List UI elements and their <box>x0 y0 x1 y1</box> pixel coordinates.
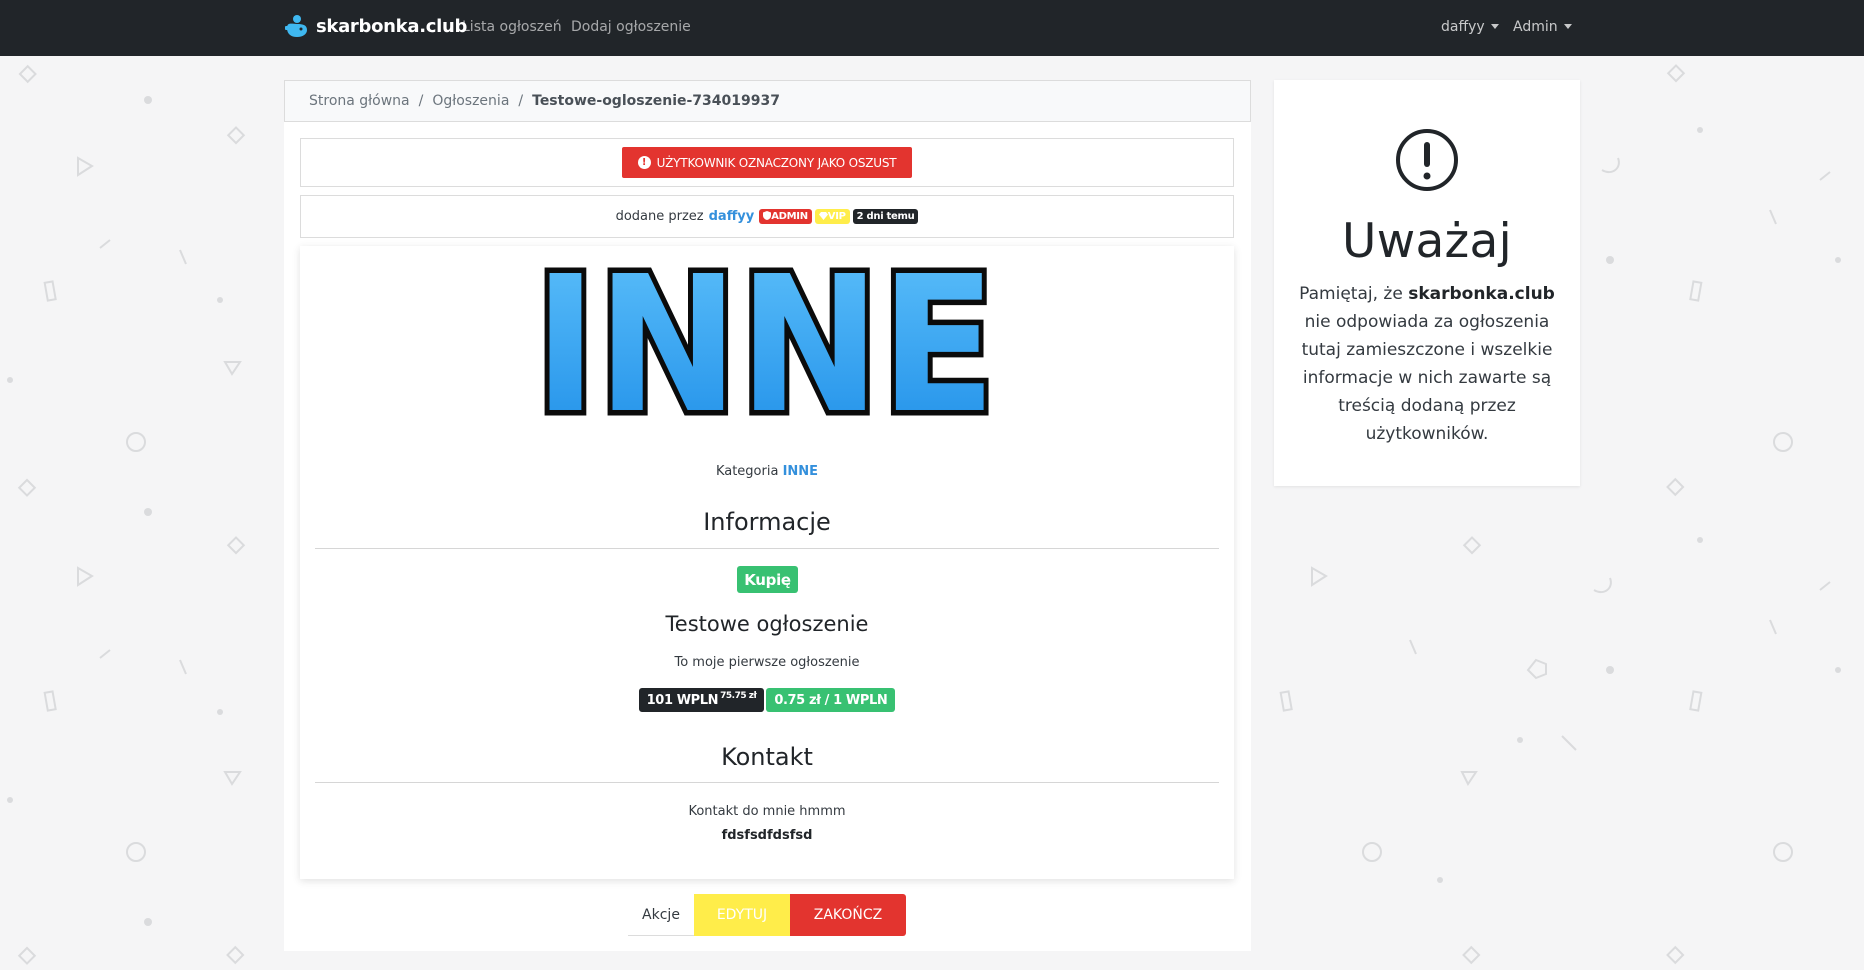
breadcrumb-listings[interactable]: Ogłoszenia <box>432 93 509 109</box>
time-badge: 2 dni temu <box>852 209 919 224</box>
diamond-icon <box>818 212 828 220</box>
contact-text: Kontakt do mnie hmmm <box>688 804 846 819</box>
author-box: dodane przez daffyy ADMIN VIP 2 dni temu <box>300 195 1234 238</box>
warning-card: Uważaj Pamiętaj, że skarbonka.club nie o… <box>1274 80 1580 486</box>
exclamation-circle-icon: ! <box>637 156 651 169</box>
info-heading: Informacje <box>703 508 831 536</box>
brand-logo-link[interactable]: skarbonka.club <box>284 14 467 38</box>
price-pln-value: 75.75 zł <box>720 691 757 701</box>
breadcrumb-separator: / <box>418 93 424 109</box>
contact-value: fdsfsdfdsfsd <box>721 828 813 843</box>
author-username-link[interactable]: daffyy <box>709 209 755 224</box>
caret-down-icon <box>1563 24 1572 29</box>
listing-type-badge: Kupię <box>737 566 798 593</box>
author-prefix: dodane przez <box>615 209 704 224</box>
warning-title: Uważaj <box>1342 214 1512 269</box>
category-logo-image: INNE <box>529 260 1002 422</box>
admin-badge-label: ADMIN <box>771 211 808 222</box>
category-link[interactable]: INNE <box>783 464 818 479</box>
price-value: 101 WPLN <box>646 692 719 708</box>
admin-badge: ADMIN <box>759 209 812 224</box>
shield-icon <box>763 211 772 220</box>
top-navbar: skarbonka.club Lista ogłoszeń Dodaj ogło… <box>0 0 1864 56</box>
actions-bar: Akcje EDYTUJ ZAKOŃCZ <box>628 894 906 936</box>
nav-link-add-listing[interactable]: Dodaj ogłoszenie <box>571 19 691 35</box>
user-menu-label: daffyy <box>1441 19 1485 35</box>
admin-menu-dropdown[interactable]: Admin <box>1513 19 1572 35</box>
actions-label: Akcje <box>628 894 694 936</box>
breadcrumb-home[interactable]: Strona główna <box>309 93 410 109</box>
info-divider <box>315 548 1219 549</box>
author-line: dodane przez daffyy ADMIN VIP 2 dni temu <box>616 209 919 224</box>
listing-description: To moje pierwsze ogłoszenie <box>674 655 860 670</box>
category-prefix: Kategoria <box>715 464 779 479</box>
vip-badge-label: VIP <box>827 211 846 222</box>
breadcrumb: Strona główna / Ogłoszenia / Testowe-ogl… <box>284 80 1251 122</box>
contact-heading: Kontakt <box>721 743 813 771</box>
price-badge: 101 WPLN 75.75 zł <box>638 688 765 712</box>
listing-title: Testowe ogłoszenie <box>665 612 869 636</box>
warning-text: Pamiętaj, że skarbonka.club nie odpowiad… <box>1296 280 1558 448</box>
category-line: Kategoria INNE <box>300 464 1234 479</box>
category-logo-text: INNE <box>534 260 996 422</box>
scam-warning-button[interactable]: ! UŻYTKOWNIK OZNACZONY JAKO OSZUST <box>621 147 913 178</box>
nav-link-listings[interactable]: Lista ogłoszeń <box>462 19 562 35</box>
contact-divider <box>315 782 1219 783</box>
price-row: 101 WPLN 75.75 zł 0.75 zł / 1 WPLN <box>300 688 1234 712</box>
end-listing-button[interactable]: ZAKOŃCZ <box>790 894 906 936</box>
admin-menu-label: Admin <box>1513 19 1558 35</box>
warning-text-after: nie odpowiada za ogłoszenia tutaj zamies… <box>1301 312 1553 444</box>
scam-alert-box: ! UŻYTKOWNIK OZNACZONY JAKO OSZUST <box>300 138 1234 187</box>
exclamation-circle-icon <box>1396 129 1458 191</box>
piggy-bank-icon <box>285 15 307 37</box>
scam-warning-label: UŻYTKOWNIK OZNACZONY JAKO OSZUST <box>656 155 897 170</box>
edit-button[interactable]: EDYTUJ <box>694 894 790 936</box>
listing-card: Strona główna / Ogłoszenia / Testowe-ogl… <box>284 80 1251 951</box>
warning-text-before: Pamiętaj, że <box>1299 284 1409 304</box>
caret-down-icon <box>1490 24 1499 29</box>
user-menu-dropdown[interactable]: daffyy <box>1441 19 1499 35</box>
listing-content: INNE Kategoria INNE Informacje Kupię Tes… <box>300 246 1234 879</box>
breadcrumb-separator: / <box>518 93 524 109</box>
warning-site-name: skarbonka.club <box>1408 284 1555 304</box>
rate-badge: 0.75 zł / 1 WPLN <box>766 688 896 712</box>
vip-badge: VIP <box>814 209 850 224</box>
breadcrumb-current: Testowe-ogloszenie-734019937 <box>532 93 780 109</box>
brand-name: skarbonka.club <box>316 15 468 37</box>
